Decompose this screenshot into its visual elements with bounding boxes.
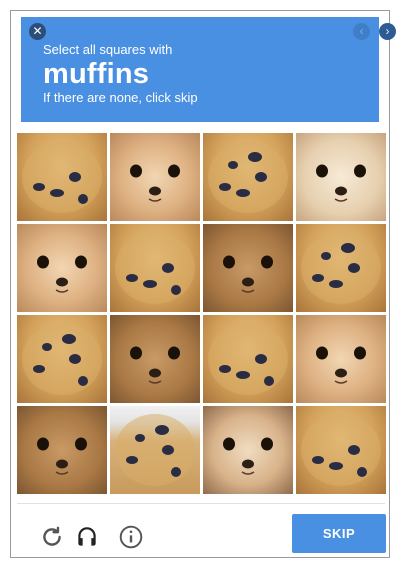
grid-tile-chihuahua[interactable] bbox=[17, 224, 107, 312]
captcha-dialog: ✕ ‹ › Select all squares with muffins If… bbox=[10, 10, 396, 558]
grid-tile-muffin[interactable] bbox=[110, 406, 200, 494]
image-grid bbox=[17, 133, 391, 494]
close-icon[interactable]: ✕ bbox=[29, 23, 46, 40]
grid-tile-muffin[interactable] bbox=[110, 224, 200, 312]
grid-tile-chihuahua[interactable] bbox=[110, 315, 200, 403]
skip-button[interactable]: SKIP bbox=[292, 514, 386, 553]
grid-tile-chihuahua[interactable] bbox=[296, 315, 386, 403]
target-word: muffins bbox=[43, 58, 150, 90]
grid-tile-chihuahua[interactable] bbox=[203, 224, 293, 312]
reload-icon[interactable] bbox=[39, 524, 65, 550]
grid-tile-muffin[interactable] bbox=[203, 133, 293, 221]
divider bbox=[17, 503, 385, 504]
chevron-right-icon[interactable]: › bbox=[379, 23, 396, 40]
grid-tile-muffin[interactable] bbox=[17, 315, 107, 403]
grid-tile-chihuahua[interactable] bbox=[110, 133, 200, 221]
grid-tile-muffin[interactable] bbox=[296, 406, 386, 494]
grid-tile-chihuahua[interactable] bbox=[296, 133, 386, 221]
grid-tile-chihuahua[interactable] bbox=[203, 406, 293, 494]
grid-tile-muffin[interactable] bbox=[17, 133, 107, 221]
instruction-banner: ✕ ‹ › Select all squares with muffins If… bbox=[21, 17, 396, 122]
grid-tile-muffin[interactable] bbox=[296, 224, 386, 312]
chevron-left-icon[interactable]: ‹ bbox=[353, 23, 370, 40]
instruction-text: Select all squares with bbox=[43, 42, 173, 57]
info-icon[interactable] bbox=[118, 524, 144, 550]
grid-tile-muffin[interactable] bbox=[203, 315, 293, 403]
headphones-icon[interactable] bbox=[74, 524, 100, 550]
hint-text: If there are none, click skip bbox=[43, 90, 198, 105]
grid-tile-chihuahua[interactable] bbox=[17, 406, 107, 494]
